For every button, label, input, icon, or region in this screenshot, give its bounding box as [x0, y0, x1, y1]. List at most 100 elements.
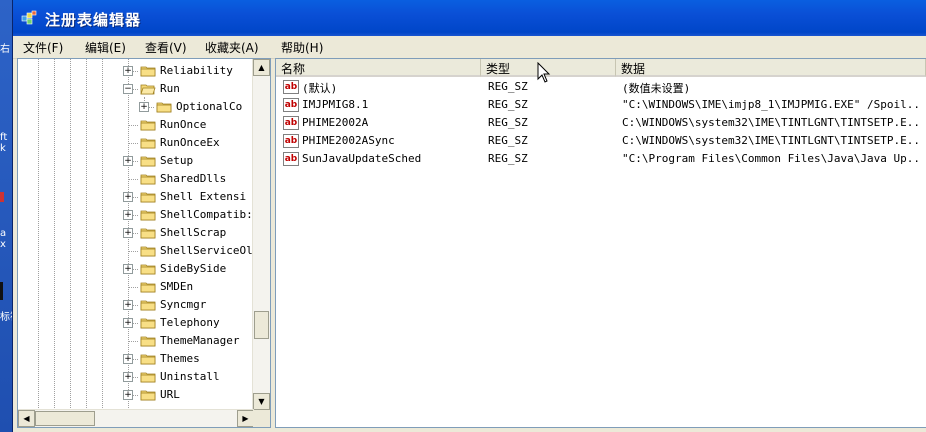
tree-item[interactable]: + SideBySide	[18, 260, 254, 278]
tree-item[interactable]: ThemeManager	[18, 332, 254, 350]
value-type: REG_SZ	[488, 152, 528, 165]
scroll-left-arrow-icon[interactable]: ◀	[18, 410, 35, 427]
column-header-name[interactable]: 名称	[276, 59, 481, 77]
collapse-minus-icon[interactable]: −	[123, 84, 133, 94]
tree-item[interactable]: − Run	[18, 80, 254, 98]
tree-item-label: Run	[160, 82, 180, 95]
value-name: PHIME2002A	[302, 116, 369, 129]
tree-item-label: URL	[160, 388, 180, 401]
folder-icon	[140, 390, 156, 401]
tree-item[interactable]: + Setup	[18, 152, 254, 170]
expand-plus-icon[interactable]: +	[123, 318, 133, 328]
folder-icon	[140, 372, 156, 383]
menu-edit[interactable]: 编辑(E)	[85, 39, 126, 56]
tree-guide-line	[128, 125, 138, 126]
tree-item-label: Shell Extensi	[160, 190, 247, 203]
value-data: C:\WINDOWS\system32\IME\TINTLGNT\TINTSET…	[622, 116, 922, 129]
tree-horizontal-scrollbar[interactable]: ◀ ▶	[18, 409, 254, 427]
expand-plus-icon[interactable]: +	[123, 372, 133, 382]
value-name: SunJavaUpdateSched	[302, 152, 422, 165]
tree-item[interactable]: SMDEn	[18, 278, 254, 296]
tree-item[interactable]: + OptionalCo	[18, 98, 254, 116]
menu-help[interactable]: 帮助(H)	[281, 39, 323, 56]
folder-icon	[140, 174, 156, 185]
expand-plus-icon[interactable]: +	[139, 102, 149, 112]
expand-plus-icon[interactable]: +	[123, 66, 133, 76]
menu-view[interactable]: 查看(V)	[145, 39, 187, 56]
folder-icon	[140, 66, 156, 77]
expand-plus-icon[interactable]: +	[123, 228, 133, 238]
tree-item[interactable]: ShellServiceOl	[18, 242, 254, 260]
tree-item[interactable]: + ShellCompatib:	[18, 206, 254, 224]
string-value-icon: ab	[283, 134, 299, 148]
tree-item[interactable]: SharedDlls	[18, 170, 254, 188]
value-row[interactable]: ab SunJavaUpdateSched REG_SZ "C:\Program Fi…	[276, 150, 926, 168]
tree-item-label: ShellCompatib:	[160, 208, 253, 221]
desktop-icon-label: 右	[0, 44, 10, 55]
tree-vertical-scrollbar[interactable]: ▲ ▼	[252, 59, 270, 410]
tree-item-label: RunOnce	[160, 118, 207, 131]
folder-icon	[140, 354, 156, 365]
tree-item-label: Reliability	[160, 64, 233, 77]
tree-item[interactable]: + Shell Extensi	[18, 188, 254, 206]
value-type: REG_SZ	[488, 134, 528, 147]
folder-icon	[140, 228, 156, 239]
tree-scroll-thumb[interactable]	[254, 311, 269, 339]
value-row[interactable]: ab PHIME2002ASync REG_SZ C:\WINDOWS\system3…	[276, 132, 926, 150]
expand-plus-icon[interactable]: +	[123, 156, 133, 166]
value-type: REG_SZ	[488, 80, 528, 93]
values-list[interactable]: 名称 类型 数据 ab (默认) REG_SZ (数值未设置) ab IMJPMIG8.1…	[275, 58, 926, 428]
expand-plus-icon[interactable]: +	[123, 390, 133, 400]
value-row[interactable]: ab (默认) REG_SZ (数值未设置)	[276, 78, 926, 96]
folder-icon	[140, 210, 156, 221]
menu-bar: 文件(F) 编辑(E) 查看(V) 收藏夹(A) 帮助(H)	[13, 36, 926, 59]
tree-hscroll-thumb[interactable]	[35, 411, 95, 426]
tree-item[interactable]: RunOnce	[18, 116, 254, 134]
menu-file[interactable]: 文件(F)	[23, 39, 63, 56]
tree-item[interactable]: RunOnceEx	[18, 134, 254, 152]
folder-icon	[140, 264, 156, 275]
folder-icon	[140, 156, 156, 167]
value-row[interactable]: ab PHIME2002A REG_SZ C:\WINDOWS\system32\IM…	[276, 114, 926, 132]
expand-plus-icon[interactable]: +	[123, 264, 133, 274]
folder-icon	[140, 300, 156, 311]
value-data: "C:\WINDOWS\IME\imjp8_1\IMJPMIG.EXE" /Sp…	[622, 98, 922, 111]
regedit-window: 注册表编辑器 文件(F) 编辑(E) 查看(V) 收藏夹(A) 帮助(H) + R…	[12, 0, 926, 432]
tree-item[interactable]: + Reliability	[18, 62, 254, 80]
value-name: (默认)	[302, 82, 338, 95]
expand-plus-icon[interactable]: +	[123, 300, 133, 310]
title-bar[interactable]: 注册表编辑器	[13, 0, 926, 36]
scroll-down-arrow-icon[interactable]: ▼	[253, 393, 270, 410]
tree-item[interactable]: + URL	[18, 386, 254, 404]
string-value-icon: ab	[283, 80, 299, 94]
registry-tree[interactable]: + Reliability − Run + OptionalCo RunOnce RunOnc…	[17, 58, 271, 428]
tree-item[interactable]: + Themes	[18, 350, 254, 368]
open-folder-icon	[140, 84, 156, 95]
value-data: "C:\Program Files\Common Files\Java\Java…	[622, 152, 922, 165]
tree-item[interactable]: + Syncmgr	[18, 296, 254, 314]
tree-item-label: SharedDlls	[160, 172, 227, 185]
expand-plus-icon[interactable]: +	[123, 210, 133, 220]
menu-favorites[interactable]: 收藏夹(A)	[205, 39, 259, 56]
folder-icon	[140, 318, 156, 329]
tree-item[interactable]: + Telephony	[18, 314, 254, 332]
value-data: C:\WINDOWS\system32\IME\TINTLGNT\TINTSET…	[622, 134, 922, 147]
tree-item-label: ShellScrap	[160, 226, 227, 239]
desktop-icon[interactable]	[0, 282, 3, 300]
tree-item-label: Uninstall	[160, 370, 220, 383]
scroll-up-arrow-icon[interactable]: ▲	[253, 59, 270, 76]
value-row[interactable]: ab IMJPMIG8.1 REG_SZ "C:\WINDOWS\IME\imjp8_…	[276, 96, 926, 114]
column-header-data[interactable]: 数据	[616, 59, 926, 77]
expand-plus-icon[interactable]: +	[123, 192, 133, 202]
tree-item-label: ShellServiceOl	[160, 244, 253, 257]
desktop-icon[interactable]	[0, 192, 4, 202]
expand-plus-icon[interactable]: +	[123, 354, 133, 364]
tree-item[interactable]: + Uninstall	[18, 368, 254, 386]
value-type: REG_SZ	[488, 98, 528, 111]
tree-item[interactable]: + ShellScrap	[18, 224, 254, 242]
folder-icon	[156, 102, 172, 113]
mouse-pointer-icon	[537, 62, 551, 83]
window-title: 注册表编辑器	[45, 11, 142, 29]
scroll-right-arrow-icon[interactable]: ▶	[237, 410, 254, 427]
tree-guide-line	[128, 341, 138, 342]
